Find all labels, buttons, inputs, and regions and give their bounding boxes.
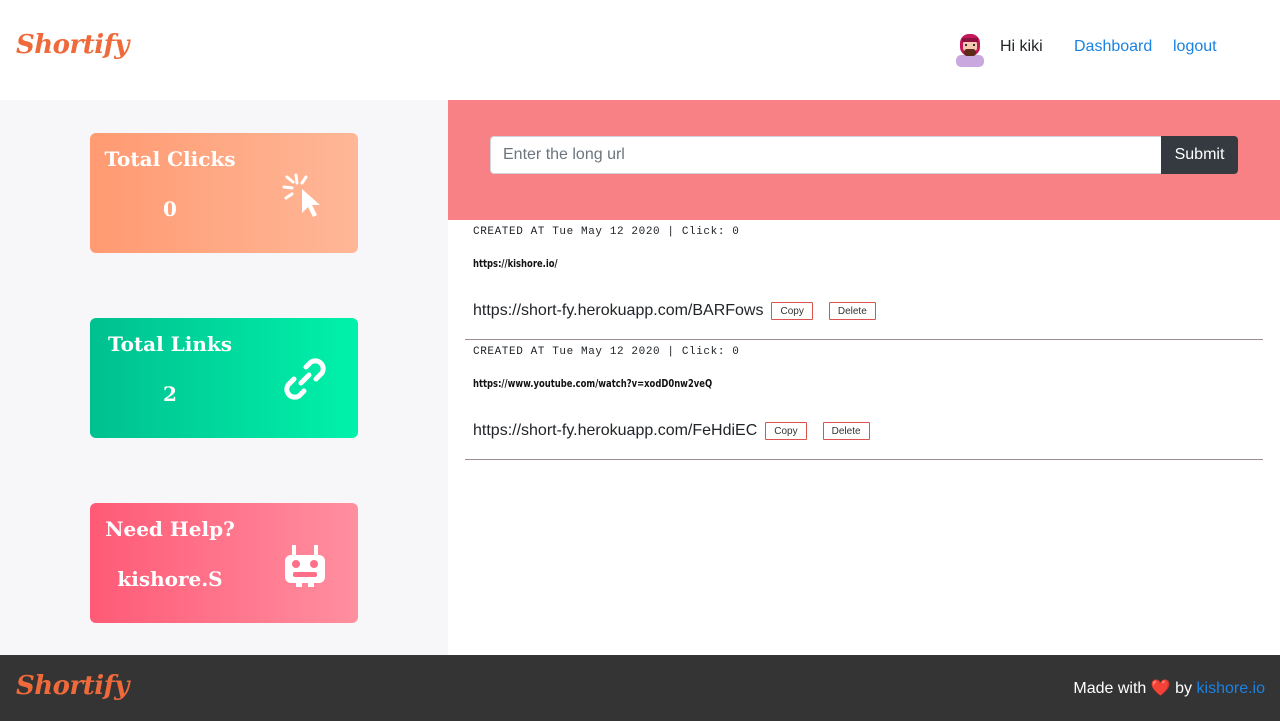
submit-button[interactable]: Submit [1161, 136, 1238, 174]
robot-icon [285, 545, 325, 587]
made-with-text: Made with [1073, 680, 1147, 697]
total-links-card: Total Links 2 [90, 318, 358, 438]
page-footer: Shortify Made with ❤️ by kishore.io [0, 655, 1280, 721]
links-list: CREATED AT Tue May 12 2020 | Click: 0 ht… [465, 220, 1263, 460]
total-clicks-value: 0 [163, 197, 177, 221]
stats-sidebar: Total Clicks 0 Total Links 2 Need Help? … [0, 100, 448, 655]
by-text: by [1175, 680, 1193, 697]
short-url-row: https://short-fy.herokuapp.com/BARFows C… [473, 302, 876, 320]
link-created-meta: CREATED AT Tue May 12 2020 | Click: 0 [473, 226, 740, 238]
copy-button[interactable]: Copy [771, 302, 813, 320]
link-icon [284, 358, 326, 400]
nav-logout-link[interactable]: logout [1173, 38, 1217, 56]
footer-brand-logo: Shortify [16, 671, 129, 701]
user-greeting: Hi kiki [1000, 38, 1043, 55]
top-navbar: Shortify Hi kiki Dashboard logout [0, 0, 1280, 100]
footer-credit: Made with ❤️ by kishore.io [1073, 678, 1265, 698]
nav-dashboard-link[interactable]: Dashboard [1074, 38, 1152, 56]
link-created-meta: CREATED AT Tue May 12 2020 | Click: 0 [473, 346, 740, 358]
heart-icon: ❤️ [1150, 680, 1171, 697]
long-url-text: https://www.youtube.com/watch?v=xodD0nw2… [473, 377, 713, 390]
copy-button[interactable]: Copy [765, 422, 807, 440]
total-links-value: 2 [163, 382, 177, 406]
long-url-input[interactable] [490, 136, 1162, 174]
need-help-contact: kishore.S [117, 567, 223, 591]
short-url-text[interactable]: https://short-fy.herokuapp.com/FeHdiEC [473, 422, 757, 440]
short-url-text[interactable]: https://short-fy.herokuapp.com/BARFows [473, 302, 763, 320]
delete-button[interactable]: Delete [828, 302, 876, 320]
author-link[interactable]: kishore.io [1197, 680, 1265, 697]
need-help-card[interactable]: Need Help? kishore.S [90, 503, 358, 623]
list-item: CREATED AT Tue May 12 2020 | Click: 0 ht… [465, 220, 1263, 340]
brand-logo[interactable]: Shortify [16, 30, 129, 60]
long-url-text: https://kishore.io/ [473, 257, 558, 270]
delete-button[interactable]: Delete [822, 422, 870, 440]
user-avatar [956, 34, 984, 67]
short-url-row: https://short-fy.herokuapp.com/FeHdiEC C… [473, 422, 870, 440]
total-links-title: Total Links [107, 332, 232, 356]
total-clicks-title: Total Clicks [104, 147, 236, 171]
cursor-click-icon [282, 173, 320, 217]
list-item: CREATED AT Tue May 12 2020 | Click: 0 ht… [465, 340, 1263, 460]
url-shortener-form: Submit [448, 100, 1280, 220]
total-clicks-card: Total Clicks 0 [90, 133, 358, 253]
need-help-title: Need Help? [105, 517, 235, 541]
